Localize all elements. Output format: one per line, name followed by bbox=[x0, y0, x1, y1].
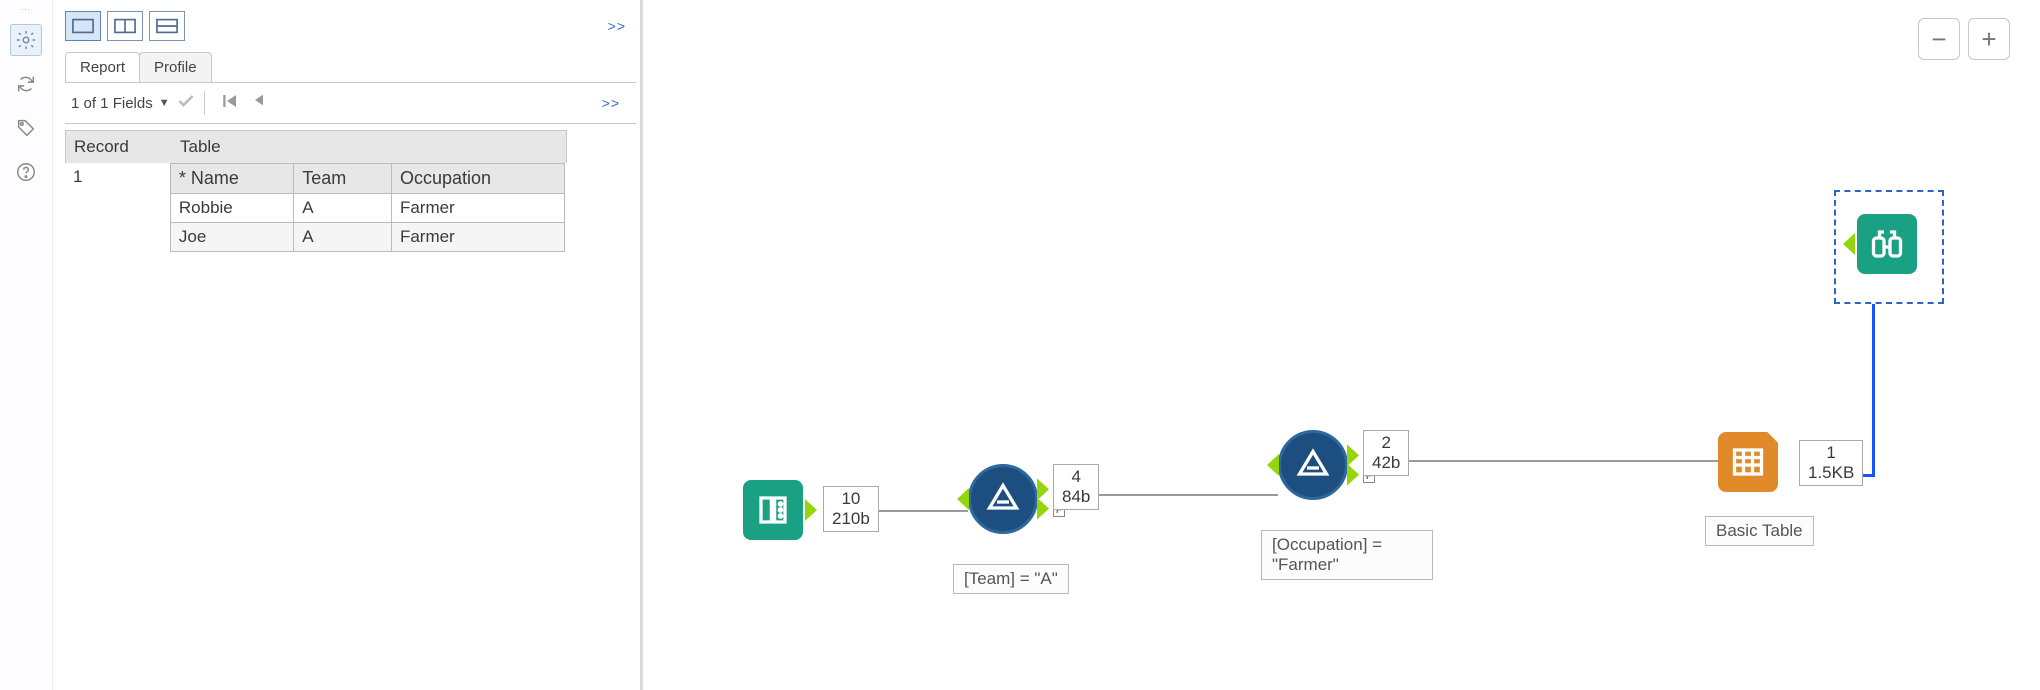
filter1-badge: 4 84b bbox=[1053, 464, 1099, 510]
canvas-zoom-controls: − + bbox=[1918, 18, 2010, 60]
filter1-caption: [Team] = "A" bbox=[953, 564, 1069, 594]
cell: A bbox=[294, 223, 392, 252]
tab-bar: Report Profile bbox=[65, 52, 636, 82]
tab-report[interactable]: Report bbox=[65, 52, 140, 82]
view-single-icon[interactable] bbox=[65, 11, 101, 41]
fields-selector[interactable]: 1 of 1 Fields ▼ bbox=[71, 91, 196, 115]
panel-more[interactable]: >> bbox=[608, 18, 626, 34]
refresh-icon[interactable] bbox=[10, 68, 42, 100]
rail-grip: ⋯ bbox=[21, 4, 31, 12]
results-panel: >> Report Profile 1 of 1 Fields ▼ bbox=[53, 0, 643, 690]
zoom-in-button[interactable]: + bbox=[1968, 18, 2010, 60]
table-tool[interactable] bbox=[1718, 432, 1778, 492]
tab-profile[interactable]: Profile bbox=[139, 52, 212, 82]
filter-icon bbox=[1295, 447, 1331, 483]
cell: A bbox=[294, 194, 392, 223]
inner-data-table: * Name Team Occupation Robbie A Farmer J… bbox=[170, 163, 565, 252]
table-badge: 1 1.5KB bbox=[1799, 440, 1863, 486]
view-split-vertical-icon[interactable] bbox=[107, 11, 143, 41]
help-icon[interactable] bbox=[10, 156, 42, 188]
book-icon bbox=[755, 492, 791, 528]
filter-tool-2[interactable]: T F bbox=[1278, 430, 1348, 500]
col-header-team[interactable]: Team bbox=[294, 164, 392, 194]
filter-icon bbox=[985, 481, 1021, 517]
workflow-canvas[interactable]: − + 10 210b T bbox=[643, 0, 2040, 690]
gear-icon[interactable] bbox=[10, 24, 42, 56]
col-header-occupation[interactable]: Occupation bbox=[391, 164, 564, 194]
zoom-out-button[interactable]: − bbox=[1918, 18, 1960, 60]
prev-record-icon[interactable] bbox=[251, 92, 267, 114]
check-icon bbox=[176, 91, 196, 115]
binoculars-icon bbox=[1869, 226, 1905, 262]
filter2-caption: [Occupation] = "Farmer" bbox=[1261, 530, 1433, 580]
record-table: Record Table 1 * Name Team Occupation Ro… bbox=[65, 130, 636, 252]
record-header-col1: Record bbox=[66, 131, 172, 163]
fields-count: 1 of 1 Fields bbox=[71, 95, 153, 112]
browse-tool[interactable] bbox=[1857, 214, 1917, 274]
cell: Robbie bbox=[170, 194, 293, 223]
input-tool[interactable] bbox=[743, 480, 803, 540]
table-icon bbox=[1730, 444, 1766, 480]
record-index: 1 bbox=[65, 163, 170, 252]
input-badge: 10 210b bbox=[823, 486, 879, 532]
chevron-down-icon: ▼ bbox=[159, 97, 170, 109]
cell: Farmer bbox=[391, 223, 564, 252]
filter-tool-1[interactable]: T F bbox=[968, 464, 1038, 534]
fields-toolbar: 1 of 1 Fields ▼ >> bbox=[65, 82, 636, 124]
panel-view-switcher: >> bbox=[65, 6, 636, 46]
col-header-name[interactable]: * Name bbox=[170, 164, 293, 194]
fields-more[interactable]: >> bbox=[602, 95, 620, 111]
cell: Joe bbox=[170, 223, 293, 252]
first-record-icon[interactable] bbox=[221, 92, 239, 114]
left-rail: ⋯ bbox=[0, 0, 53, 690]
tag-icon[interactable] bbox=[10, 112, 42, 144]
connector bbox=[1363, 460, 1718, 462]
view-split-horizontal-icon[interactable] bbox=[149, 11, 185, 41]
record-header-col2: Table bbox=[172, 131, 229, 163]
filter2-badge: 2 42b bbox=[1363, 430, 1409, 476]
cell: Farmer bbox=[391, 194, 564, 223]
table-caption: Basic Table bbox=[1705, 516, 1814, 546]
